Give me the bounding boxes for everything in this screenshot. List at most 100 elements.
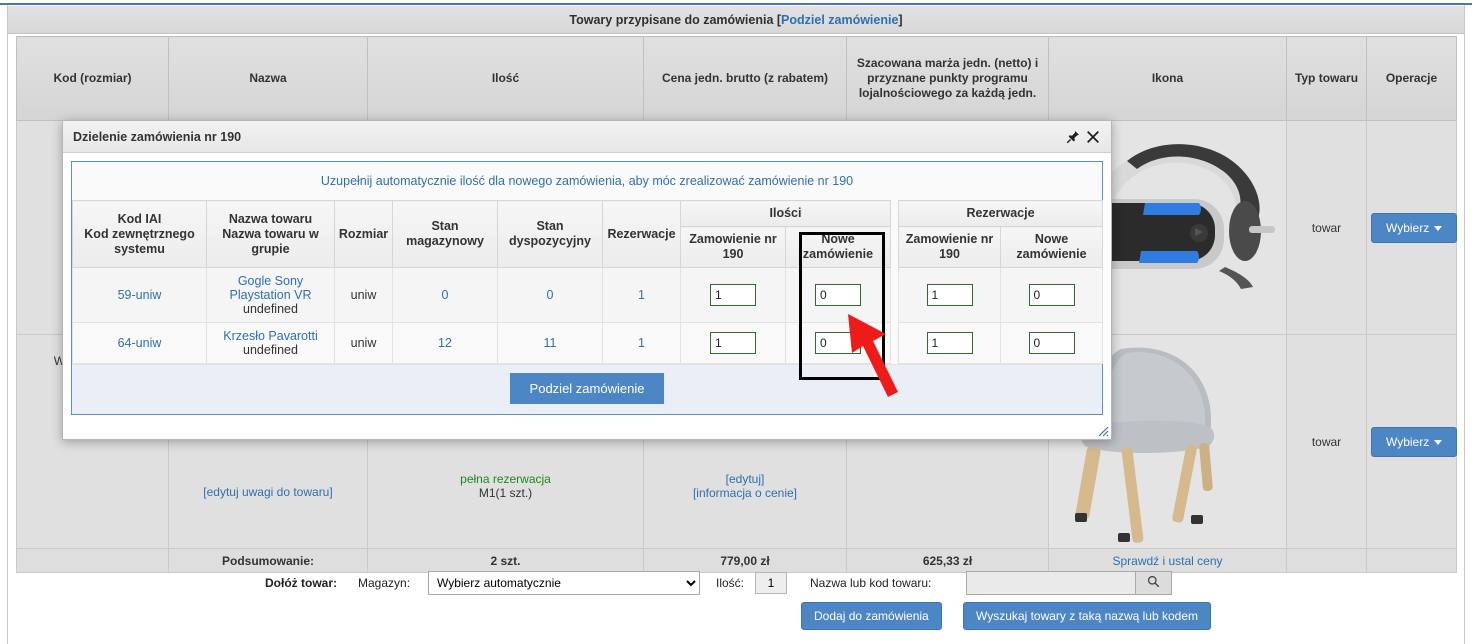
split-r1-rozmiar: uniw xyxy=(334,267,393,323)
warehouse-label: Magazyn: xyxy=(358,576,411,590)
split-r1-ilosc-order-cell xyxy=(680,267,786,323)
quantity-label: Ilość: xyxy=(716,576,745,590)
split-r2-rez-new-cell xyxy=(999,322,1104,364)
split-table-row: 64-uniw Krzesło Pavarotti undefined uniw… xyxy=(72,322,1104,364)
section-title-bracket: ] xyxy=(898,12,903,27)
split-order-link[interactable]: Podziel zamówienie xyxy=(781,13,898,27)
row2-wybierz-button[interactable]: Wybierz xyxy=(1371,426,1458,457)
split-table-row: 59-uniw Gogle Sony Playstation VR undefi… xyxy=(72,267,1104,323)
col-typ: Typ towaru xyxy=(1286,36,1367,121)
mcol-nazwa-l1: Nazwa towaru xyxy=(228,211,313,226)
mcol-kod: Kod IAI Kod zewnętrznego systemu xyxy=(72,200,207,268)
col-kod: Kod (rozmiar) xyxy=(16,36,169,121)
split-order-modal: Dzielenie zamówienia nr 190 Uzupełnij au… xyxy=(62,120,1112,440)
split-r2-nazwa-link[interactable]: Krzesło Pavarotti xyxy=(223,329,317,343)
row2-wybierz-label: Wybierz xyxy=(1386,434,1430,449)
split-r1-stan: 0 xyxy=(392,267,498,323)
mcol-stan-l2: magazynowy xyxy=(406,234,484,248)
mcol-dysp-l1: Stan xyxy=(536,219,564,233)
split-r2-ilosc-order-cell xyxy=(680,322,786,364)
row2-price-info-link[interactable]: [informacja o cenie] xyxy=(693,486,797,500)
split-r2-ilosc-new-input[interactable] xyxy=(815,332,861,354)
mcol-dysp-l2: dyspozycyjny xyxy=(509,234,591,248)
pin-icon[interactable] xyxy=(1063,127,1083,147)
modal-header: Dzielenie zamówienia nr 190 xyxy=(63,121,1111,153)
add-product-label: Dołóż towar: xyxy=(265,576,337,590)
split-table-group-header-row: Kod IAI Kod zewnętrznego systemu Nazwa t… xyxy=(72,200,1104,268)
split-r2-rez-order-input[interactable] xyxy=(926,332,973,354)
section-title-bar: Towary przypisane do zamówienia [Podziel… xyxy=(8,6,1464,34)
split-r2-nazwa-grupa: undefined xyxy=(243,343,298,357)
product-search-label: Nazwa lub kod towaru: xyxy=(810,576,932,590)
row1-operacje-cell: Wybierz xyxy=(1366,120,1458,335)
split-r2-gap xyxy=(890,322,899,364)
page-left-gutter xyxy=(0,5,8,644)
col-operacje: Operacje xyxy=(1366,36,1457,121)
search-icon-button[interactable] xyxy=(1136,571,1172,595)
products-table-header-row: Kod (rozmiar) Nazwa Ilość Cena jedn. bru… xyxy=(16,36,1457,121)
split-r1-kod: 59-uniw xyxy=(72,267,207,323)
mcol-kod-l3: systemu xyxy=(114,241,165,256)
resize-grip-icon[interactable] xyxy=(1097,425,1109,437)
split-r1-rez-new-input[interactable] xyxy=(1028,284,1075,306)
mcol-stan-magazynowy: Stan magazynowy xyxy=(392,200,498,268)
split-order-submit-button[interactable]: Podziel zamówienie xyxy=(509,373,665,404)
add-product-footer: Dołóż towar: Magazyn: Wybierz automatycz… xyxy=(16,566,1456,636)
mcol-rz-order-l2: 190 xyxy=(939,247,960,261)
row2-reservation-detail: M1(1 szt.) xyxy=(478,485,533,500)
row2-operacje-cell: Wybierz xyxy=(1366,334,1458,549)
mcol-rz-new-l1: Nowe xyxy=(1034,232,1069,246)
col-ikona: Ikona xyxy=(1048,36,1287,121)
split-r1-ilosc-order-input[interactable] xyxy=(710,284,756,306)
split-r2-dysp: 11 xyxy=(497,322,603,364)
split-items-table: Kod IAI Kod zewnętrznego systemu Nazwa t… xyxy=(72,200,1104,364)
mcol-kod-l1: Kod IAI xyxy=(117,211,162,226)
split-r2-rez-order-cell xyxy=(898,322,1001,364)
find-products-button[interactable]: Wyszukaj towary z taką nazwą lub kodem xyxy=(963,602,1211,630)
add-to-order-button[interactable]: Dodaj do zamówienia xyxy=(801,602,942,630)
split-r1-gap xyxy=(890,267,899,323)
split-r2-kod: 64-uniw xyxy=(72,322,207,364)
mcol-il-order-l2: 190 xyxy=(722,247,744,261)
section-title-text: Towary przypisane do zamówienia [ xyxy=(569,12,782,27)
product-search-input[interactable] xyxy=(966,571,1136,595)
split-r1-ilosc-new-input[interactable] xyxy=(815,284,861,306)
mcol-rez-new: Nowe zamówienie xyxy=(999,226,1104,268)
split-r2-nazwa: Krzesło Pavarotti undefined xyxy=(206,322,335,364)
row2-edit-notes-link[interactable]: [edytuj uwagi do towaru] xyxy=(203,485,332,499)
mgroup-ilosci: Ilości xyxy=(680,200,891,227)
page-right-gutter xyxy=(1464,5,1472,644)
split-r1-rez-new-cell xyxy=(999,267,1104,323)
row2-edit-price-link[interactable]: [edytuj] xyxy=(726,472,765,486)
mcol-ilosc-new: Nowe zamówienie xyxy=(785,226,891,268)
split-r1-rezerwacje: 1 xyxy=(602,267,681,323)
split-r2-rezerwacje: 1 xyxy=(602,322,681,364)
split-r2-rez-val: 1 xyxy=(638,336,645,350)
warehouse-select[interactable]: Wybierz automatycznie xyxy=(428,571,700,595)
modal-title: Dzielenie zamówienia nr 190 xyxy=(73,129,242,144)
split-r1-rez-order-cell xyxy=(898,267,1001,323)
close-icon[interactable] xyxy=(1083,127,1103,147)
split-r1-nazwa-link[interactable]: Gogle Sony Playstation VR xyxy=(230,274,312,302)
split-r2-ilosc-order-input[interactable] xyxy=(710,332,756,354)
top-blue-rule xyxy=(0,3,1472,5)
autofill-notice: Uzupełnij automatycznie ilość dla nowego… xyxy=(320,174,854,188)
mcol-rezerwacje: Rezerwacje xyxy=(602,200,681,268)
row1-wybierz-label: Wybierz xyxy=(1386,220,1430,235)
split-r1-kod-link[interactable]: 59-uniw xyxy=(118,288,162,302)
split-panel: Uzupełnij automatycznie ilość dla nowego… xyxy=(71,161,1104,415)
split-r1-rez-order-input[interactable] xyxy=(926,284,973,306)
mcol-rozmiar: Rozmiar xyxy=(334,200,393,268)
quantity-input[interactable] xyxy=(755,572,787,594)
col-ilosc: Ilość xyxy=(367,36,644,121)
split-r2-rez-new-input[interactable] xyxy=(1028,332,1075,354)
mcol-stan-l1: Stan xyxy=(431,219,459,233)
split-r2-rozmiar: uniw xyxy=(334,322,393,364)
mcol-kod-l2: Kod zewnętrznego xyxy=(84,226,195,241)
modal-footer: Podziel zamówienie xyxy=(72,364,1102,414)
split-r2-kod-link[interactable]: 64-uniw xyxy=(118,336,162,350)
split-r1-dysp-val: 0 xyxy=(546,288,554,302)
col-marza: Szacowana marża jedn. (netto) i przyznan… xyxy=(846,36,1049,121)
mcol-stan-dyspozycyjny: Stan dyspozycyjny xyxy=(497,200,603,268)
row1-wybierz-button[interactable]: Wybierz xyxy=(1371,212,1458,243)
